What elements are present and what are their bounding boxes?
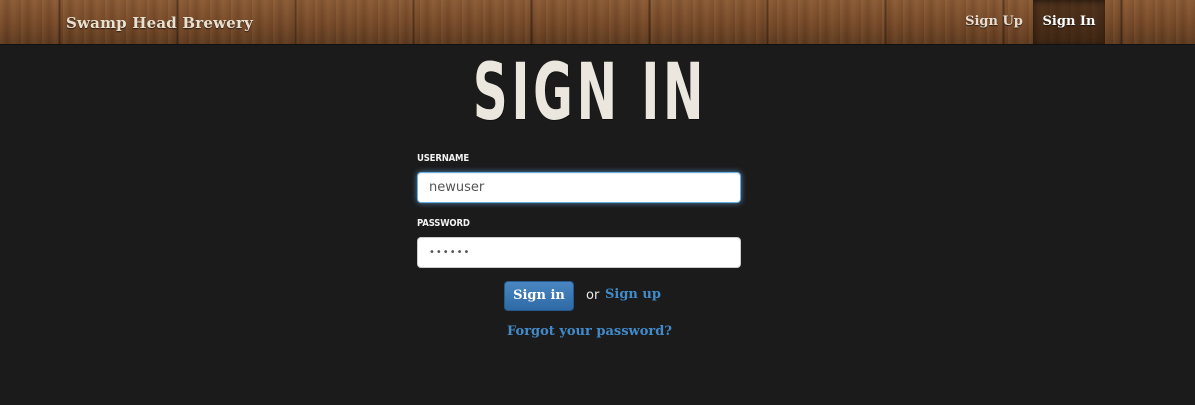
page-title: SIGN IN [472, 48, 708, 138]
top-navbar: Swamp Head Brewery Sign Up Sign In [0, 0, 1195, 45]
password-input[interactable] [417, 237, 741, 268]
sign-up-link[interactable]: Sign up [605, 287, 661, 302]
forgot-password-link[interactable]: Forgot your password? [507, 324, 672, 339]
username-input[interactable] [417, 172, 741, 203]
nav-sign-up-link[interactable]: Sign Up [958, 0, 1030, 44]
or-text: or [586, 288, 600, 303]
username-label: USERNAME [417, 153, 469, 164]
nav-sign-in-link[interactable]: Sign In [1033, 0, 1105, 44]
password-label: PASSWORD [417, 218, 470, 229]
sign-in-button[interactable]: Sign in [504, 281, 574, 311]
brand-logo-text[interactable]: Swamp Head Brewery [66, 14, 253, 32]
